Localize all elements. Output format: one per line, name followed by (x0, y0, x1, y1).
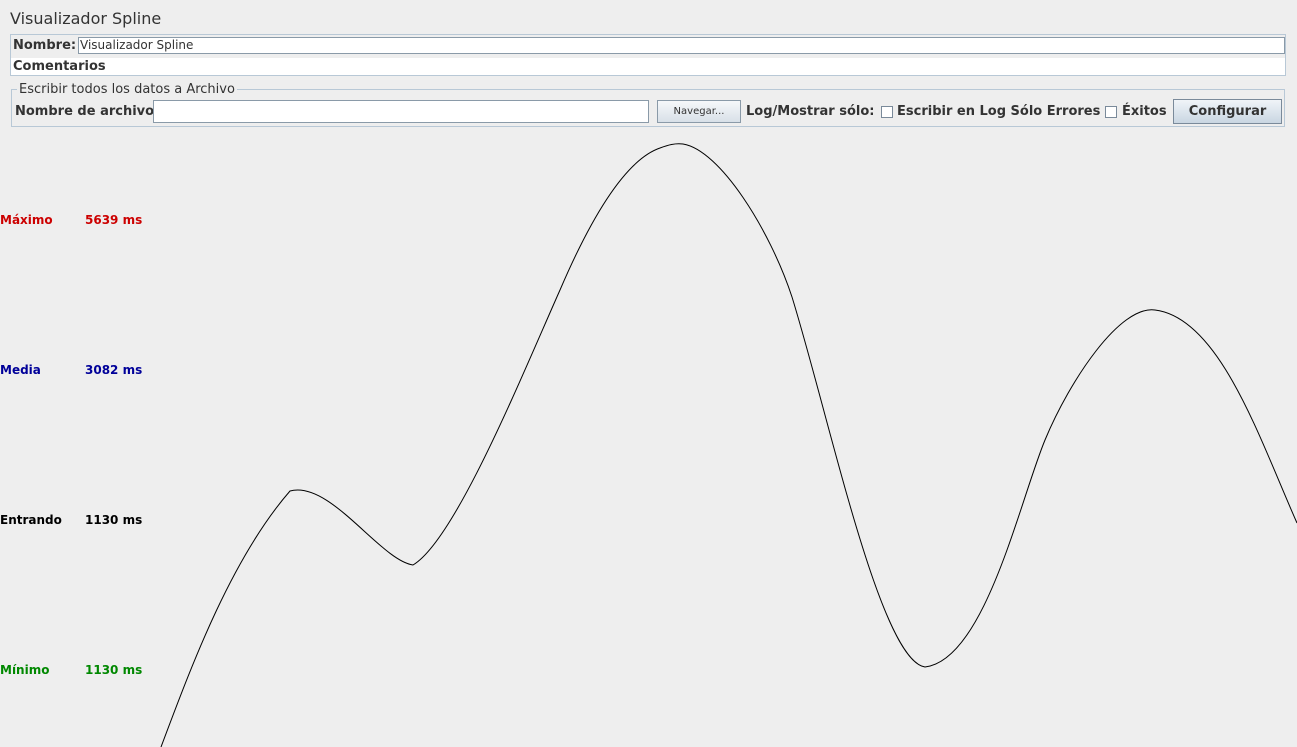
spline-graph (160, 143, 1297, 747)
spline-curve (160, 143, 1297, 747)
